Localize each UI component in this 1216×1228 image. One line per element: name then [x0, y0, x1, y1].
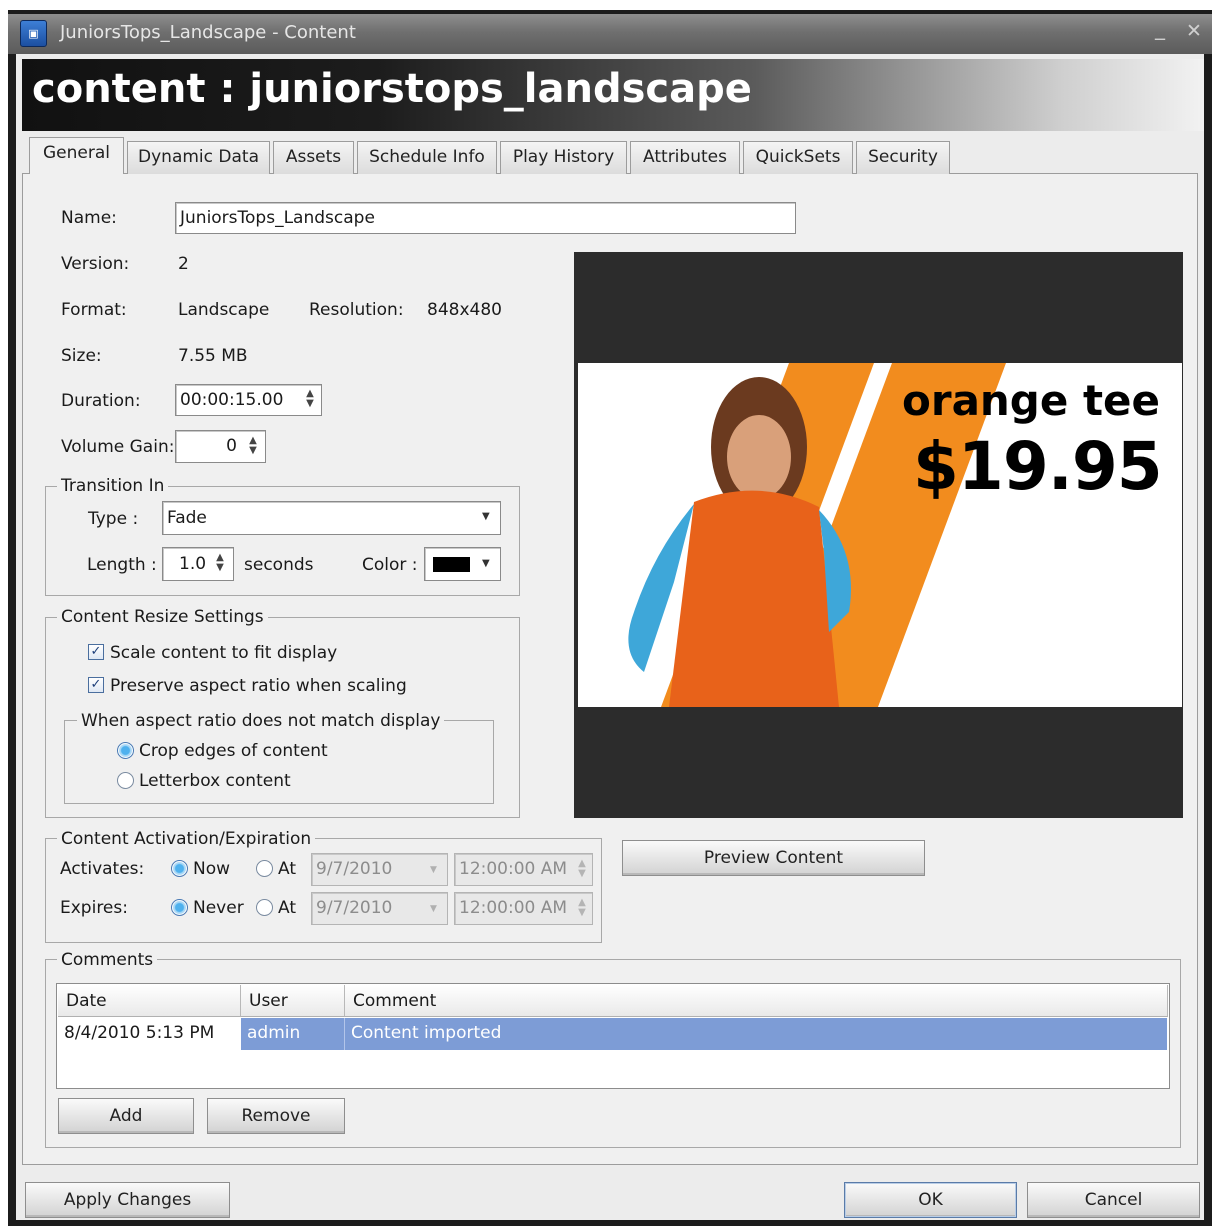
remove-comment-button[interactable]: Remove	[207, 1098, 345, 1134]
size-value: 7.55 MB	[178, 346, 248, 366]
activate-at-radio[interactable]	[256, 860, 273, 877]
tab-general[interactable]: General	[29, 137, 124, 174]
comments-legend: Comments	[57, 950, 158, 970]
tab-dynamic-data[interactable]: Dynamic Data	[127, 141, 270, 174]
transition-in-legend: Transition In	[57, 476, 169, 496]
add-comment-button[interactable]: Add	[58, 1098, 194, 1134]
activate-now-radio[interactable]	[171, 860, 188, 877]
expire-never-radio[interactable]	[171, 899, 188, 916]
window-title: JuniorsTops_Landscape - Content	[60, 22, 356, 43]
activates-label: Activates:	[60, 859, 145, 879]
tab-schedule-info[interactable]: Schedule Info	[357, 141, 497, 174]
page-title: content : juniorstops_landscape	[32, 66, 752, 112]
tab-assets[interactable]: Assets	[273, 141, 354, 174]
name-label: Name:	[61, 208, 117, 228]
expire-never-label: Never	[193, 898, 244, 918]
transition-type-label: Type :	[88, 509, 139, 529]
transition-length-spinner[interactable]: ▲ ▼	[212, 553, 228, 573]
comment-row-user[interactable]: admin	[241, 1018, 345, 1050]
activate-date-input[interactable]: 9/7/2010	[311, 853, 448, 886]
size-label: Size:	[61, 346, 102, 366]
format-label: Format:	[61, 300, 127, 320]
aspect-mismatch-legend: When aspect ratio does not match display	[77, 711, 445, 731]
chevron-down-icon[interactable]: ▼	[430, 904, 437, 914]
content-preview	[574, 252, 1183, 818]
duration-input[interactable]: 00:00:15.00	[175, 384, 322, 416]
expire-at-radio[interactable]	[256, 899, 273, 916]
resize-settings-legend: Content Resize Settings	[57, 607, 268, 627]
resolution-label: Resolution:	[309, 300, 404, 320]
tab-attributes[interactable]: Attributes	[630, 141, 740, 174]
expires-label: Expires:	[60, 898, 128, 918]
close-button[interactable]: ✕	[1186, 20, 1202, 42]
minimize-button[interactable]: _	[1155, 16, 1165, 40]
transition-type-select[interactable]: Fade	[162, 501, 501, 535]
letterbox-label: Letterbox content	[139, 771, 291, 791]
crop-radio[interactable]	[117, 742, 134, 759]
volume-gain-spinner[interactable]: ▲ ▼	[245, 436, 261, 456]
column-header-comment[interactable]: Comment	[345, 985, 1168, 1017]
tab-play-history[interactable]: Play History	[500, 141, 627, 174]
activation-legend: Content Activation/Expiration	[57, 829, 316, 849]
name-input[interactable]: JuniorsTops_Landscape	[175, 202, 796, 234]
duration-label: Duration:	[61, 391, 141, 411]
column-header-date[interactable]: Date	[58, 985, 241, 1017]
apply-changes-button[interactable]: Apply Changes	[25, 1182, 230, 1218]
activate-time-spinner[interactable]: ▲ ▼	[574, 859, 590, 879]
preview-price: $19.95	[913, 428, 1163, 505]
expire-at-label: At	[278, 898, 296, 918]
preview-content-button[interactable]: Preview Content	[622, 840, 925, 876]
aspect-mismatch-group	[64, 720, 494, 804]
expire-date-input[interactable]: 9/7/2010	[311, 892, 448, 925]
app-icon: ▣	[20, 20, 47, 47]
scale-checkbox[interactable]: ✓	[88, 644, 104, 660]
activate-now-label: Now	[193, 859, 231, 879]
comment-row-comment[interactable]: Content imported	[345, 1018, 1167, 1050]
transition-length-label: Length :	[87, 555, 157, 575]
seconds-label: seconds	[244, 555, 314, 575]
scale-label: Scale content to fit display	[110, 643, 338, 663]
crop-label: Crop edges of content	[139, 741, 328, 761]
preserve-aspect-label: Preserve aspect ratio when scaling	[110, 676, 407, 696]
tab-quicksets[interactable]: QuickSets	[743, 141, 853, 174]
color-swatch	[433, 557, 470, 572]
version-label: Version:	[61, 254, 130, 274]
transition-color-label: Color :	[362, 555, 418, 575]
volume-gain-label: Volume Gain:	[61, 437, 175, 457]
resolution-value: 848x480	[427, 300, 502, 320]
comment-row-date[interactable]: 8/4/2010 5:13 PM	[58, 1018, 241, 1050]
version-value: 2	[178, 254, 189, 274]
chevron-down-icon[interactable]: ▼	[430, 865, 437, 875]
format-value: Landscape	[178, 300, 270, 320]
preview-headline: orange tee	[902, 376, 1161, 425]
expire-time-input[interactable]: 12:00:00 AM	[454, 892, 593, 925]
duration-spinner[interactable]: ▲ ▼	[302, 389, 318, 409]
column-header-user[interactable]: User	[241, 985, 345, 1017]
preview-artwork	[574, 252, 1183, 818]
chevron-down-icon[interactable]: ▼	[482, 511, 490, 522]
chevron-down-icon[interactable]: ▼	[482, 558, 490, 569]
ok-button[interactable]: OK	[844, 1182, 1017, 1218]
tab-security[interactable]: Security	[856, 141, 950, 174]
letterbox-radio[interactable]	[117, 772, 134, 789]
cancel-button[interactable]: Cancel	[1027, 1182, 1200, 1218]
expire-time-spinner[interactable]: ▲ ▼	[574, 898, 590, 918]
activate-time-input[interactable]: 12:00:00 AM	[454, 853, 593, 886]
preserve-aspect-checkbox[interactable]: ✓	[88, 677, 104, 693]
activate-at-label: At	[278, 859, 296, 879]
